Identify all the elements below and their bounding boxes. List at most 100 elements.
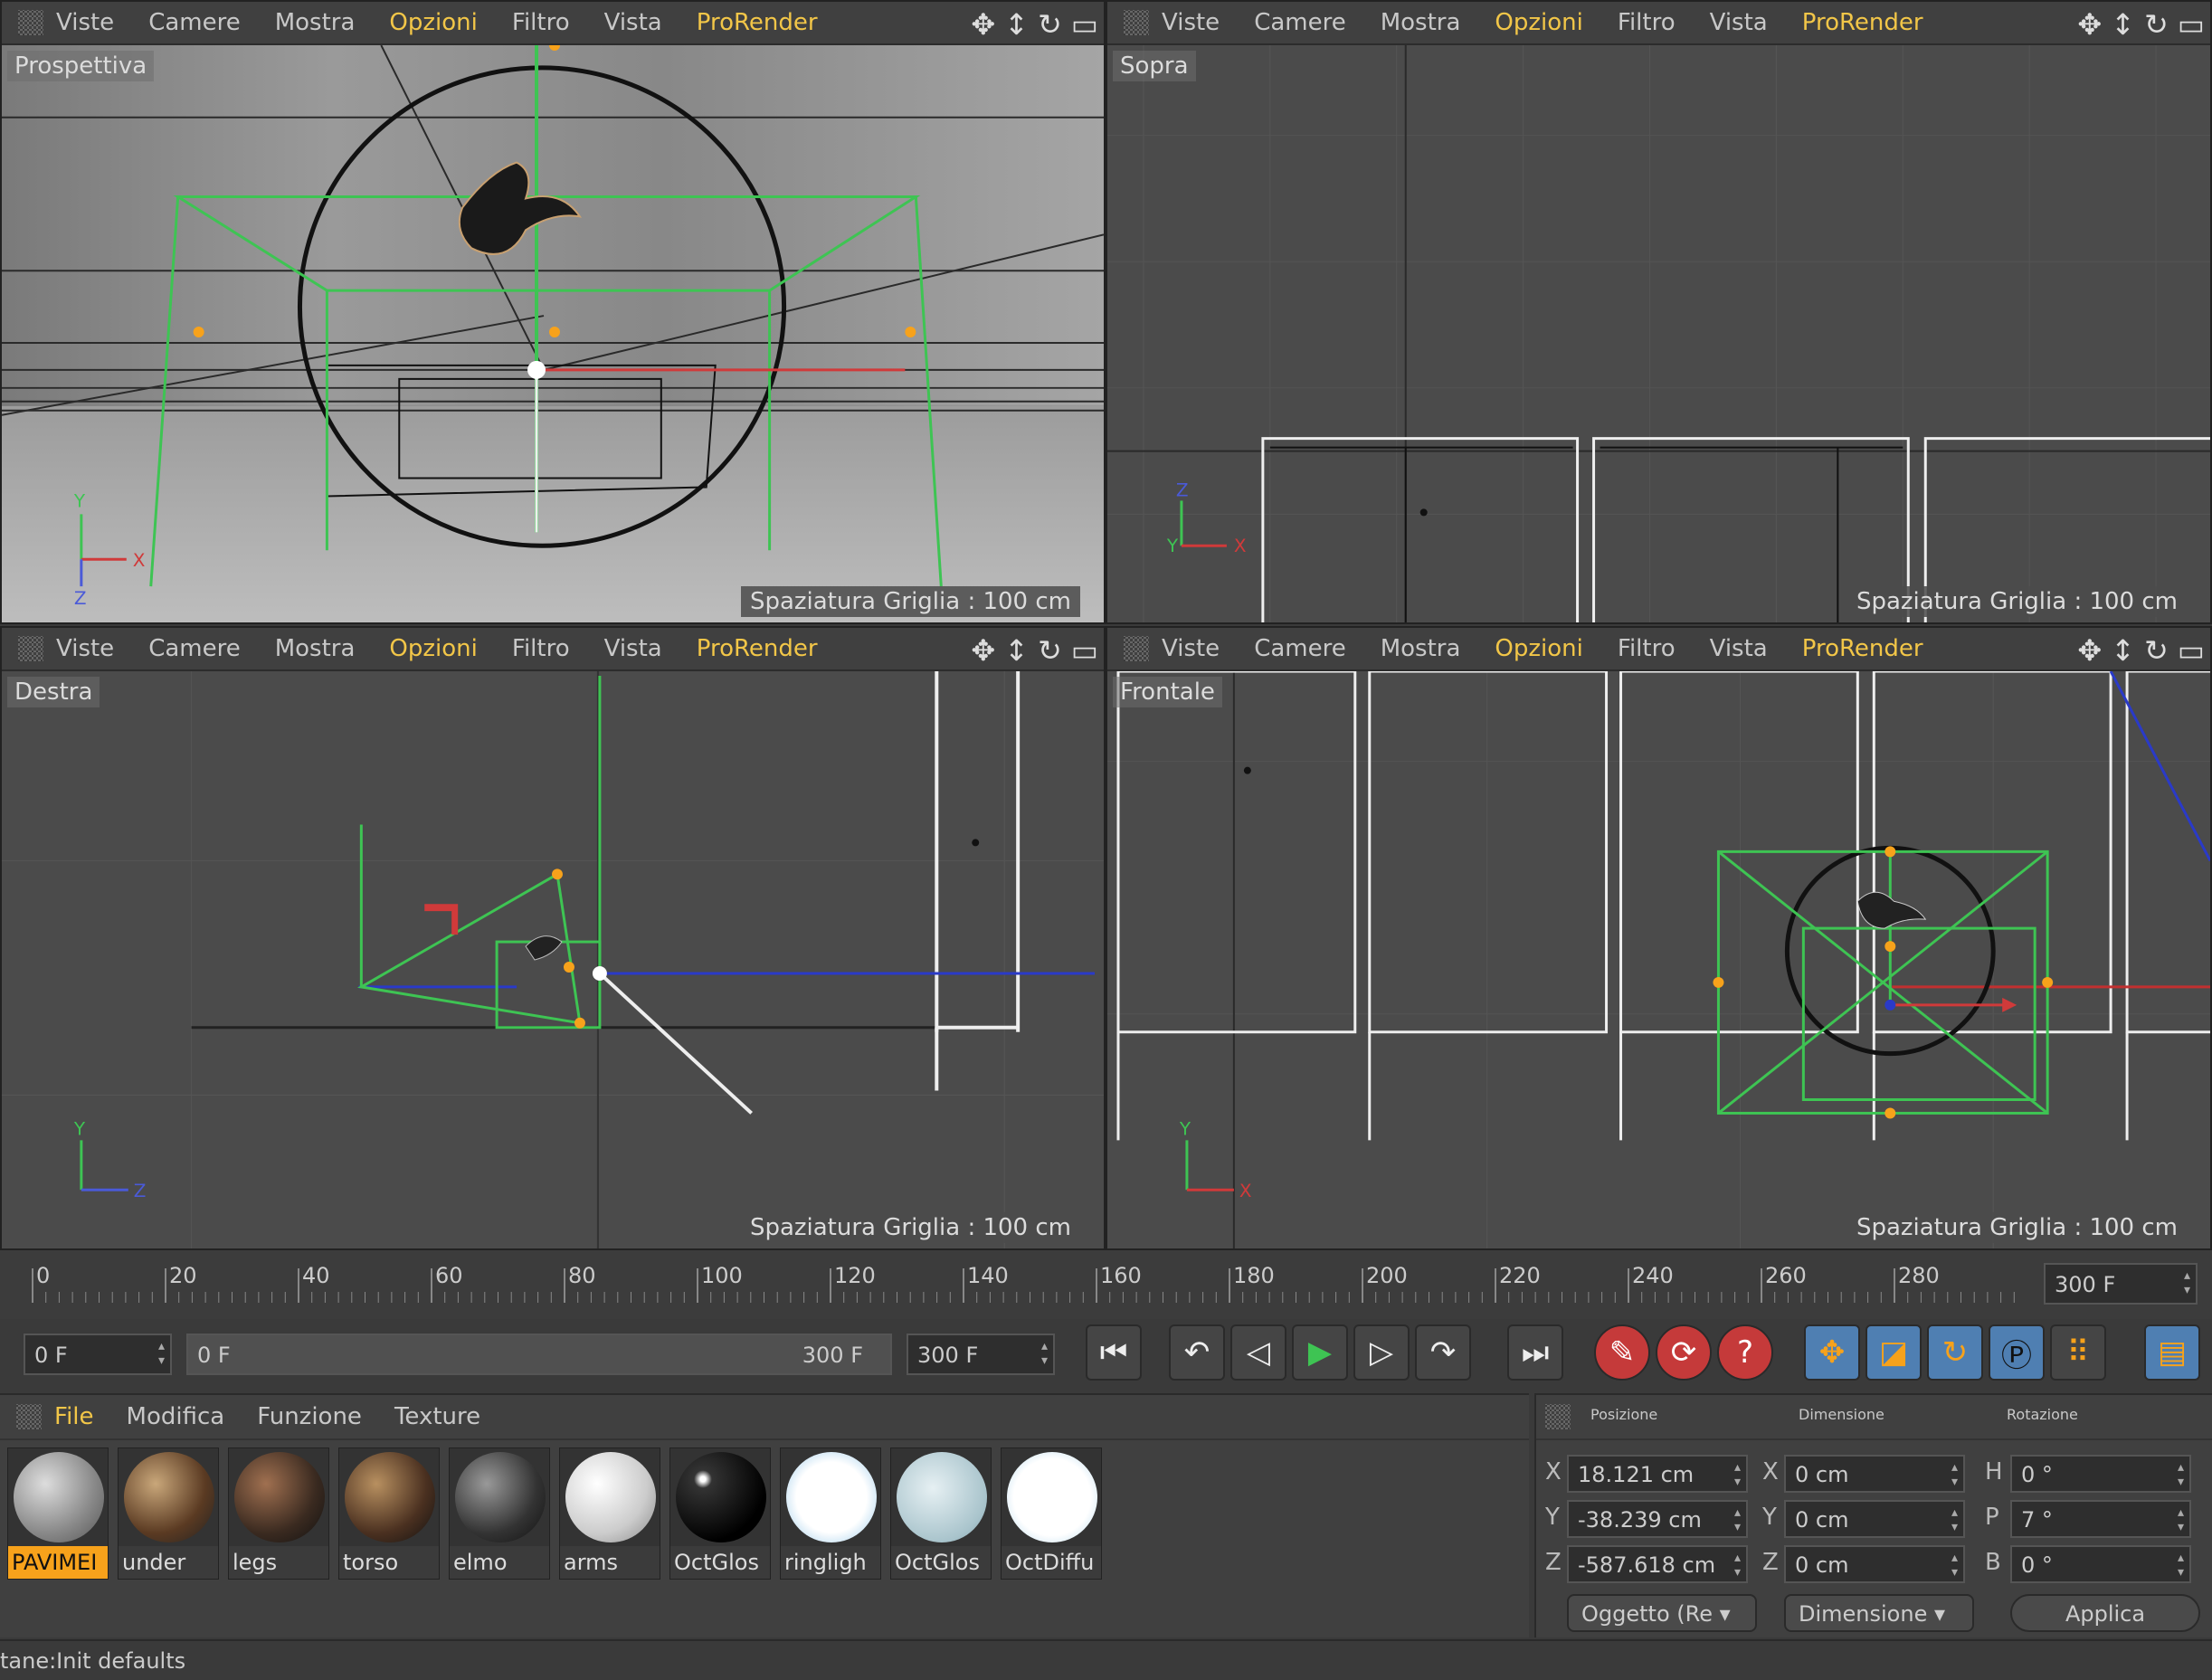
viewport-canvas[interactable]: Y Z Destra Spaziatura Griglia : 100 cm bbox=[2, 671, 1104, 1248]
timeline-window-icon[interactable]: ▤ bbox=[2144, 1324, 2200, 1381]
go-to-end-button[interactable]: ⏭ bbox=[1507, 1324, 1563, 1381]
menu-texture[interactable]: Texture bbox=[394, 1403, 480, 1430]
rotate-view-icon[interactable]: ↻ bbox=[2144, 7, 2169, 42]
dolly-view-icon[interactable]: ↕ bbox=[2111, 633, 2135, 668]
move-view-icon[interactable]: ✥ bbox=[971, 633, 995, 668]
menu-viste[interactable]: Viste bbox=[56, 9, 114, 36]
rotate-view-icon[interactable]: ↻ bbox=[2144, 633, 2169, 668]
menu-viste[interactable]: Viste bbox=[56, 635, 114, 662]
size-z-field[interactable]: 0 cm bbox=[1784, 1545, 1965, 1583]
material-thumbnail[interactable]: OctDiffu bbox=[1001, 1447, 1102, 1580]
previous-key-button[interactable]: ↶ bbox=[1169, 1324, 1225, 1381]
keyframe-help-icon[interactable]: ? bbox=[1717, 1324, 1773, 1381]
grip-icon[interactable] bbox=[1124, 636, 1149, 661]
menu-vista[interactable]: Vista bbox=[604, 9, 662, 36]
material-thumbnail[interactable]: torso bbox=[338, 1447, 440, 1580]
maximize-view-icon[interactable]: ▭ bbox=[1071, 633, 1098, 668]
menu-viste[interactable]: Viste bbox=[1162, 635, 1220, 662]
menu-camere[interactable]: Camere bbox=[148, 635, 241, 662]
key-position-icon[interactable]: ✥ bbox=[1804, 1324, 1860, 1381]
menu-camere[interactable]: Camere bbox=[1254, 9, 1346, 36]
rotate-view-icon[interactable]: ↻ bbox=[1038, 7, 1062, 42]
next-key-button[interactable]: ↷ bbox=[1415, 1324, 1471, 1381]
viewport-front[interactable]: Viste Camere Mostra Opzioni Filtro Vista… bbox=[1106, 626, 2212, 1250]
menu-funzione[interactable]: Funzione bbox=[257, 1403, 362, 1430]
menu-viste[interactable]: Viste bbox=[1162, 9, 1220, 36]
move-view-icon[interactable]: ✥ bbox=[971, 7, 995, 42]
menu-camere[interactable]: Camere bbox=[148, 9, 241, 36]
size-y-field[interactable]: 0 cm bbox=[1784, 1500, 1965, 1538]
material-thumbnail[interactable]: legs bbox=[228, 1447, 329, 1580]
menu-filtro[interactable]: Filtro bbox=[1618, 635, 1676, 662]
material-thumbnail[interactable]: ringligh bbox=[780, 1447, 881, 1580]
next-frame-button[interactable]: ▷ bbox=[1353, 1324, 1410, 1381]
position-x-field[interactable]: 18.121 cm bbox=[1567, 1455, 1748, 1493]
autokey-icon[interactable]: ⟳ bbox=[1656, 1324, 1712, 1381]
dolly-view-icon[interactable]: ↕ bbox=[2111, 7, 2135, 42]
timeline-ruler[interactable]: 0204060801001201401601802002202402602803… bbox=[25, 1250, 2016, 1319]
timeline[interactable]: 0 20 40 60 80 100 120 140 160 180 200 220 240 260 280 3… bbox=[0, 1250, 2212, 1319]
move-view-icon[interactable]: ✥ bbox=[2077, 7, 2102, 42]
key-rotation-icon[interactable]: ↻ bbox=[1927, 1324, 1983, 1381]
menu-vista[interactable]: Vista bbox=[1710, 635, 1768, 662]
material-thumbnail[interactable]: OctGlos bbox=[669, 1447, 771, 1580]
material-thumbnail[interactable]: PAVIMEI bbox=[7, 1447, 109, 1580]
maximize-view-icon[interactable]: ▭ bbox=[1071, 7, 1098, 42]
menu-modifica[interactable]: Modifica bbox=[127, 1403, 225, 1430]
move-view-icon[interactable]: ✥ bbox=[2077, 633, 2102, 668]
menu-opzioni[interactable]: Opzioni bbox=[1495, 635, 1582, 662]
menu-vista[interactable]: Vista bbox=[604, 635, 662, 662]
position-z-field[interactable]: -587.618 cm bbox=[1567, 1545, 1748, 1583]
timeline-end-frame-field[interactable]: 300 F bbox=[2044, 1263, 2198, 1305]
menu-mostra[interactable]: Mostra bbox=[275, 635, 356, 662]
preview-range-slider[interactable]: 0 F 300 F bbox=[186, 1334, 892, 1375]
size-x-field[interactable]: 0 cm bbox=[1784, 1455, 1965, 1493]
size-mode-dropdown[interactable]: Dimensione ▾ bbox=[1784, 1594, 1974, 1632]
menu-prorender[interactable]: ProRender bbox=[1802, 9, 1923, 36]
material-thumbnail[interactable]: under bbox=[118, 1447, 219, 1580]
play-button[interactable]: ▶ bbox=[1292, 1324, 1348, 1381]
grip-icon[interactable] bbox=[1124, 10, 1149, 35]
dolly-view-icon[interactable]: ↕ bbox=[1004, 633, 1029, 668]
menu-mostra[interactable]: Mostra bbox=[275, 9, 356, 36]
apply-button[interactable]: Applica bbox=[2010, 1594, 2200, 1632]
menu-vista[interactable]: Vista bbox=[1710, 9, 1768, 36]
maximize-view-icon[interactable]: ▭ bbox=[2178, 633, 2205, 668]
grip-icon[interactable] bbox=[16, 1404, 42, 1429]
grip-icon[interactable] bbox=[18, 10, 43, 35]
material-thumbnail[interactable]: arms bbox=[559, 1447, 660, 1580]
grip-icon[interactable] bbox=[1545, 1404, 1571, 1429]
menu-opzioni[interactable]: Opzioni bbox=[1495, 9, 1582, 36]
rotation-p-field[interactable]: 7 ° bbox=[2010, 1500, 2191, 1538]
material-thumbnail[interactable]: elmo bbox=[449, 1447, 550, 1580]
viewport-canvas[interactable]: Z X Y Sopra Spaziatura Griglia : 100 cm bbox=[1107, 45, 2210, 622]
key-scale-icon[interactable]: ◪ bbox=[1865, 1324, 1922, 1381]
menu-file[interactable]: File bbox=[54, 1403, 94, 1430]
record-keyframe-icon[interactable]: ✎ bbox=[1594, 1324, 1650, 1381]
menu-prorender[interactable]: ProRender bbox=[697, 9, 818, 36]
menu-mostra[interactable]: Mostra bbox=[1381, 635, 1461, 662]
rotation-b-field[interactable]: 0 ° bbox=[2010, 1545, 2191, 1583]
menu-camere[interactable]: Camere bbox=[1254, 635, 1346, 662]
rotate-view-icon[interactable]: ↻ bbox=[1038, 633, 1062, 668]
position-y-field[interactable]: -38.239 cm bbox=[1567, 1500, 1748, 1538]
viewport-perspective[interactable]: Viste Camere Mostra Opzioni Filtro Vista… bbox=[0, 0, 1106, 624]
menu-opzioni[interactable]: Opzioni bbox=[389, 635, 477, 662]
menu-mostra[interactable]: Mostra bbox=[1381, 9, 1461, 36]
rotation-h-field[interactable]: 0 ° bbox=[2010, 1455, 2191, 1493]
viewport-canvas[interactable]: Y X Z Prospettiva Spaziatura Griglia : 1… bbox=[2, 45, 1104, 622]
dolly-view-icon[interactable]: ↕ bbox=[1004, 7, 1029, 42]
menu-filtro[interactable]: Filtro bbox=[512, 635, 570, 662]
key-parameter-icon[interactable]: Ⓟ bbox=[1989, 1324, 2045, 1381]
menu-filtro[interactable]: Filtro bbox=[512, 9, 570, 36]
coordinate-mode-dropdown[interactable]: Oggetto (Re ▾ bbox=[1567, 1594, 1757, 1632]
current-frame-field[interactable]: 0 F bbox=[24, 1334, 172, 1375]
viewport-canvas[interactable]: Y X Frontale Spaziatura Griglia : 100 cm bbox=[1107, 671, 2210, 1248]
viewport-top[interactable]: Viste Camere Mostra Opzioni Filtro Vista… bbox=[1106, 0, 2212, 624]
max-frame-field[interactable]: 300 F bbox=[907, 1334, 1055, 1375]
maximize-view-icon[interactable]: ▭ bbox=[2178, 7, 2205, 42]
go-to-start-button[interactable]: ⏮ bbox=[1086, 1324, 1142, 1381]
previous-frame-button[interactable]: ◁ bbox=[1230, 1324, 1286, 1381]
menu-prorender[interactable]: ProRender bbox=[1802, 635, 1923, 662]
key-pla-icon[interactable]: ⠿ bbox=[2050, 1324, 2106, 1381]
